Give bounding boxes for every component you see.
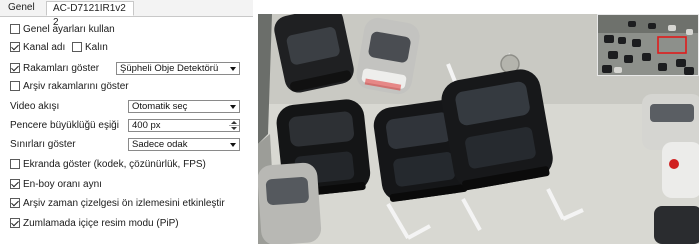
pip-overview[interactable] [597, 14, 699, 76]
show-numbers-label: Rakamları göster [23, 63, 100, 74]
show-on-screen-checkbox[interactable] [10, 159, 20, 169]
video-stream-label: Video akışı [10, 101, 60, 112]
tab-general[interactable]: Genel [2, 1, 46, 16]
tab-bar: Genel AC-D7121IR1v2 2 [0, 0, 253, 28]
pip-frame [598, 15, 698, 75]
show-archive-numbers-checkbox[interactable] [10, 81, 20, 91]
zoom-pip-checkbox[interactable] [10, 218, 20, 228]
chevron-down-icon [230, 105, 236, 109]
chevron-down-icon [230, 143, 236, 147]
show-on-screen-option[interactable]: Ekranda göster (kodek, çözünürlük, FPS) [10, 158, 206, 172]
window-size-threshold-value: 400 px [132, 120, 161, 131]
aspect-ratio-label: En-boy oranı aynı [23, 179, 102, 190]
archive-timeline-preview-checkbox[interactable] [10, 198, 20, 208]
general-settings-label: Genel ayarları kullan [23, 24, 115, 35]
archive-timeline-preview-option[interactable]: Arşiv zaman çizelgesi ön izlemesini etki… [10, 197, 225, 211]
bold-checkbox[interactable] [72, 42, 82, 52]
channel-name-checkbox[interactable] [10, 42, 20, 52]
video-stream-value: Otomatik seç [132, 101, 188, 112]
aspect-ratio-checkbox[interactable] [10, 179, 20, 189]
show-archive-numbers-label: Arşiv rakamlarını göster [23, 81, 129, 92]
stepper-up-icon[interactable] [231, 121, 237, 124]
zoom-pip-option[interactable]: Zumlamada içiçe resim modu (PiP) [10, 217, 179, 231]
show-numbers-option[interactable]: Rakamları göster [10, 62, 99, 76]
channel-name-label: Kanal adı [23, 42, 66, 53]
show-borders-label: Sınırları göster [10, 139, 76, 150]
general-settings-option[interactable]: Genel ayarları kullan [10, 23, 115, 37]
zoom-pip-label: Zumlamada içiçe resim modu (PiP) [23, 218, 179, 229]
camera-view[interactable] [258, 14, 699, 244]
stepper-down-icon[interactable] [231, 127, 237, 130]
show-borders-dropdown[interactable]: Sadece odak [128, 138, 240, 151]
channel-name-option[interactable]: Kanal adı [10, 41, 65, 55]
archive-timeline-preview-label: Arşiv zaman çizelgesi ön izlemesini etki… [23, 198, 225, 209]
tab-camera[interactable]: AC-D7121IR1v2 2 [46, 1, 134, 28]
settings-panel: Genel AC-D7121IR1v2 2 Genel ayarları kul… [0, 0, 253, 244]
window-size-threshold-stepper[interactable]: 400 px [128, 119, 240, 132]
video-stream-dropdown[interactable]: Otomatik seç [128, 100, 240, 113]
general-settings-checkbox[interactable] [10, 24, 20, 34]
show-borders-value: Sadece odak [132, 139, 188, 150]
show-numbers-value: Şüpheli Obje Detektörü [120, 63, 219, 74]
show-on-screen-label: Ekranda göster (kodek, çözünürlük, FPS) [23, 159, 206, 170]
aspect-ratio-option[interactable]: En-boy oranı aynı [10, 178, 102, 192]
bold-option[interactable]: Kalın [72, 41, 108, 55]
chevron-down-icon [230, 67, 236, 71]
show-numbers-dropdown[interactable]: Şüpheli Obje Detektörü [116, 62, 240, 75]
bold-label: Kalın [85, 42, 108, 53]
show-archive-numbers-option[interactable]: Arşiv rakamlarını göster [10, 80, 129, 94]
window-size-threshold-label: Pencere büyüklüğü eşiği [10, 120, 119, 131]
show-numbers-checkbox[interactable] [10, 63, 20, 73]
